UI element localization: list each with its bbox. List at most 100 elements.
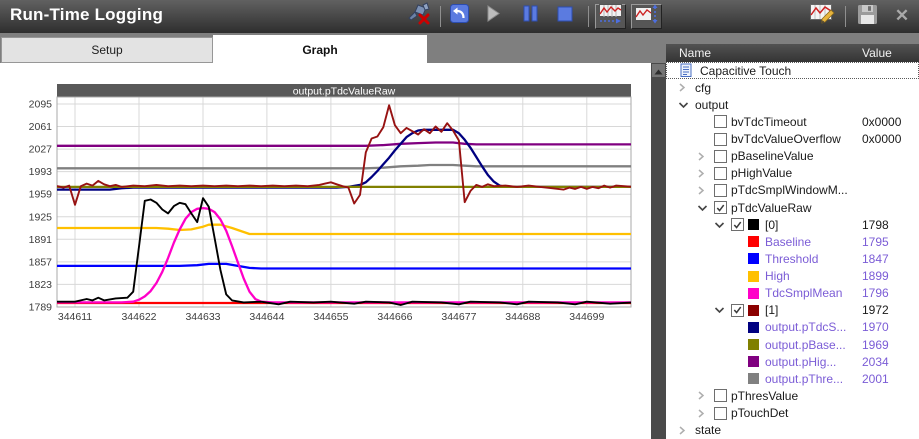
chevron-right-icon[interactable]	[697, 168, 714, 179]
tree-row-label: cfg	[695, 81, 711, 95]
tree-row[interactable]: High1899	[666, 268, 919, 285]
tree-row-label: output.pHig...	[765, 355, 836, 369]
tree-rows: Capacitive Touch cfgoutputbvTdcTimeout0x0…	[666, 62, 919, 439]
chevron-right-icon[interactable]	[697, 185, 714, 196]
tree-row[interactable]: output.pThre...2001	[666, 370, 919, 387]
pan-graph-horizontal-icon	[599, 4, 622, 29]
tree-row[interactable]: pThresValue	[666, 387, 919, 404]
tree-row[interactable]: bvTdcTimeout0x0000	[666, 113, 919, 130]
series-ch0-raw	[58, 198, 634, 305]
chevron-down-icon[interactable]	[678, 101, 695, 109]
chevron-right-icon[interactable]	[697, 151, 714, 162]
series-checkbox[interactable]	[714, 115, 727, 128]
tree-row[interactable]: pBaselineValue	[666, 148, 919, 165]
tree-row[interactable]: cfg	[666, 79, 919, 96]
y-tick-label: 1959	[29, 189, 53, 201]
series-checkbox[interactable]	[714, 184, 727, 197]
series-ch0-threshold	[58, 264, 634, 269]
tree-row-label: [0]	[765, 218, 778, 232]
color-swatch	[748, 288, 759, 299]
tab-setup[interactable]: Setup	[1, 37, 213, 63]
stop-button[interactable]	[556, 7, 574, 25]
tree-row-label: [1]	[765, 303, 778, 317]
chevron-right-icon[interactable]	[697, 390, 714, 401]
tree-row[interactable]: [0]1798	[666, 216, 919, 233]
color-swatch	[748, 236, 759, 247]
series-checkbox[interactable]	[731, 304, 744, 317]
x-tick-label: 344633	[185, 311, 220, 323]
tree-row[interactable]: Threshold1847	[666, 250, 919, 267]
tree-row[interactable]: output.pBase...1969	[666, 336, 919, 353]
tree-row-value: 2034	[862, 355, 889, 369]
pause-button[interactable]	[520, 6, 540, 26]
series-checkbox[interactable]	[714, 167, 727, 180]
graph-svg[interactable]: output.pTdcValueRaw209520612027199319591…	[0, 63, 651, 439]
x-tick-label: 344611	[58, 311, 92, 323]
tree-row[interactable]: [1]1972	[666, 302, 919, 319]
tree-row[interactable]: output.pHig... 2034	[666, 353, 919, 370]
chevron-right-icon[interactable]	[697, 408, 714, 419]
tab-setup-label: Setup	[91, 43, 122, 57]
tree-row-label: Threshold	[765, 252, 818, 266]
series-checkbox[interactable]	[714, 133, 727, 146]
tree-row[interactable]: pHighValue	[666, 165, 919, 182]
tree-row-label: state	[695, 423, 721, 437]
chevron-down-icon[interactable]	[697, 204, 714, 212]
y-tick-label: 2095	[29, 99, 53, 111]
tree-row[interactable]: output.pTdcS...1970	[666, 319, 919, 336]
stop-icon	[557, 6, 573, 27]
series-checkbox[interactable]	[714, 389, 727, 402]
graph-vertical-scrollbar[interactable]	[651, 63, 666, 439]
pan-graph-vertical-icon	[635, 4, 658, 29]
x-tick-label: 344666	[377, 311, 412, 323]
tree-row[interactable]: TdcSmplMean1796	[666, 285, 919, 302]
tree-row-label: Capacitive Touch	[700, 64, 791, 78]
chevron-right-icon[interactable]	[678, 82, 695, 93]
tree-row-value: 1899	[862, 269, 889, 283]
tree-row[interactable]: Capacitive Touch	[666, 62, 919, 79]
tree-row-label: pThresValue	[731, 389, 798, 403]
chevron-right-icon[interactable]	[678, 425, 695, 436]
step-back-button[interactable]	[449, 6, 469, 26]
tree-row-label: pTdcValueRaw	[731, 201, 811, 215]
series-checkbox[interactable]	[714, 150, 727, 163]
pan-graph-horizontal-button[interactable]	[595, 4, 626, 29]
tree-column-value[interactable]: Value	[862, 46, 892, 60]
save-icon	[857, 4, 878, 30]
tree-column-name[interactable]: Name	[679, 46, 711, 60]
series-ch0-mean	[58, 208, 634, 302]
tree-row[interactable]: pTouchDet	[666, 405, 919, 422]
series-checkbox[interactable]	[731, 218, 744, 231]
tree-row-label: pTdcSmplWindowM...	[731, 183, 848, 197]
series-checkbox[interactable]	[714, 201, 727, 214]
tree-row-label: pTouchDet	[731, 406, 788, 420]
tree-row[interactable]: Baseline1795	[666, 233, 919, 250]
y-tick-label: 2027	[29, 144, 53, 156]
window-title: Run-Time Logging	[10, 5, 163, 25]
plot-border	[57, 97, 631, 307]
chevron-down-icon[interactable]	[714, 221, 731, 229]
chevron-down-icon[interactable]	[714, 306, 731, 314]
series-ch1-thres	[58, 165, 634, 168]
tree-top-strip	[666, 33, 919, 44]
close-button[interactable]: ✕	[890, 4, 914, 28]
play-button[interactable]	[484, 6, 502, 26]
save-button[interactable]	[855, 5, 879, 28]
tree-row[interactable]: bvTdcValueOverflow0x0000	[666, 131, 919, 148]
series-checkbox[interactable]	[714, 407, 727, 420]
tree-row-value: 1969	[862, 338, 889, 352]
series-ch0-high	[58, 225, 634, 234]
tree-row[interactable]: pTdcSmplWindowM...	[666, 182, 919, 199]
tree-row[interactable]: pTdcValueRaw	[666, 199, 919, 216]
tree-row[interactable]: output	[666, 96, 919, 113]
x-tick-label: 344677	[441, 311, 476, 323]
tree-row[interactable]: state	[666, 422, 919, 439]
document-icon	[680, 63, 693, 78]
y-tick-label: 1993	[29, 166, 53, 178]
edit-graph-button[interactable]	[808, 4, 838, 29]
disconnect-button[interactable]	[406, 4, 434, 29]
pan-graph-vertical-button[interactable]	[631, 4, 662, 29]
tab-graph[interactable]: Graph	[213, 35, 427, 64]
scroll-up-button[interactable]	[652, 64, 665, 77]
y-tick-label: 1891	[29, 234, 53, 246]
